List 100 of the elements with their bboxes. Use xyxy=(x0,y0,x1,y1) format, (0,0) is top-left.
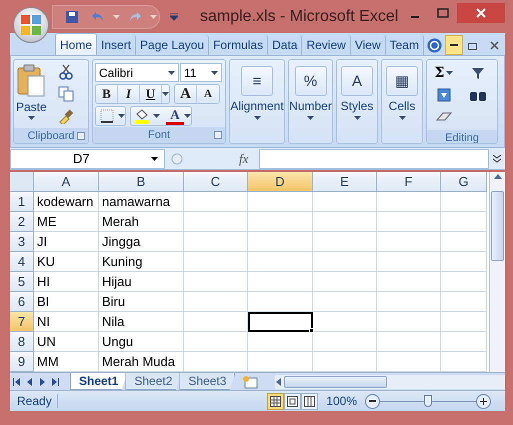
launcher-icon[interactable] xyxy=(214,131,222,139)
row-header[interactable]: 5 xyxy=(10,272,34,292)
name-box[interactable]: D7 xyxy=(10,148,165,168)
table-cell[interactable] xyxy=(313,312,377,332)
table-cell[interactable] xyxy=(313,272,377,292)
row-header[interactable]: 4 xyxy=(10,252,34,272)
paste-button[interactable]: Paste xyxy=(16,62,47,126)
group-button[interactable]: % Number xyxy=(289,60,332,143)
shrink-font-button[interactable]: A xyxy=(197,85,219,103)
table-cell[interactable]: JI xyxy=(34,232,99,252)
group-button[interactable]: ≡ Alignment xyxy=(230,60,284,143)
table-cell[interactable] xyxy=(441,292,487,312)
table-cell[interactable] xyxy=(248,332,313,352)
table-cell[interactable]: kodewarn xyxy=(34,192,99,212)
bold-button[interactable]: B xyxy=(96,85,118,103)
table-cell[interactable] xyxy=(377,332,441,352)
table-cell[interactable] xyxy=(313,332,377,352)
table-cell[interactable] xyxy=(313,212,377,232)
font-size-field[interactable]: 11 xyxy=(180,63,222,82)
font-name-field[interactable]: Calibri xyxy=(95,63,179,82)
table-cell[interactable]: Biru xyxy=(99,292,184,312)
table-cell[interactable]: namawarna xyxy=(99,192,184,212)
table-cell[interactable]: KU xyxy=(34,252,99,272)
horizontal-scrollbar[interactable] xyxy=(275,374,505,388)
table-cell[interactable] xyxy=(184,192,248,212)
vertical-scrollbar[interactable] xyxy=(489,172,505,372)
table-cell[interactable] xyxy=(377,292,441,312)
table-cell[interactable] xyxy=(377,212,441,232)
column-header[interactable]: E xyxy=(313,172,377,192)
table-cell[interactable] xyxy=(441,332,487,352)
table-cell[interactable]: Jingga xyxy=(99,232,184,252)
table-cell[interactable] xyxy=(184,332,248,352)
table-cell[interactable] xyxy=(184,312,248,332)
column-header[interactable]: C xyxy=(184,172,248,192)
table-cell[interactable] xyxy=(441,212,487,232)
active-cell[interactable] xyxy=(248,312,313,332)
table-cell[interactable]: Hijau xyxy=(99,272,184,292)
table-cell[interactable] xyxy=(313,252,377,272)
table-cell[interactable] xyxy=(377,232,441,252)
column-header[interactable]: A xyxy=(34,172,99,192)
close-button[interactable] xyxy=(457,2,505,22)
table-cell[interactable]: Kuning xyxy=(99,252,184,272)
italic-button[interactable]: I xyxy=(118,85,140,103)
table-cell[interactable] xyxy=(441,232,487,252)
minimize-button[interactable] xyxy=(445,35,463,55)
sheet-tab[interactable]: Sheet2 xyxy=(125,373,182,390)
table-cell[interactable] xyxy=(441,252,487,272)
table-cell[interactable]: UN xyxy=(34,332,99,352)
column-header[interactable]: B xyxy=(99,172,184,192)
page-layout-button[interactable] xyxy=(284,392,302,410)
scroll-thumb[interactable] xyxy=(284,376,388,388)
table-cell[interactable] xyxy=(313,292,377,312)
table-cell[interactable] xyxy=(184,252,248,272)
page-break-button[interactable] xyxy=(301,392,318,410)
row-header[interactable]: 7 xyxy=(10,312,34,332)
table-cell[interactable] xyxy=(441,192,487,212)
table-cell[interactable] xyxy=(377,192,441,212)
column-header[interactable]: G xyxy=(441,172,487,192)
zoom-out-button[interactable] xyxy=(365,394,380,408)
zoom-slider[interactable] xyxy=(380,395,476,407)
sheet-tab[interactable]: Sheet3 xyxy=(179,373,236,390)
row-header[interactable]: 9 xyxy=(10,352,34,372)
table-cell[interactable]: Merah xyxy=(99,212,184,232)
row-header[interactable]: 6 xyxy=(10,292,34,312)
table-cell[interactable] xyxy=(248,252,313,272)
sheet-tab[interactable]: Sheet1 xyxy=(70,373,128,390)
table-cell[interactable] xyxy=(313,192,377,212)
formula-input[interactable] xyxy=(259,148,489,168)
table-cell[interactable] xyxy=(184,212,248,232)
table-cell[interactable]: Ungu xyxy=(99,332,184,352)
table-cell[interactable] xyxy=(377,252,441,272)
row-header[interactable]: 8 xyxy=(10,332,34,352)
table-cell[interactable]: HI xyxy=(34,272,99,292)
underline-button[interactable]: U xyxy=(140,85,162,103)
scroll-thumb[interactable] xyxy=(491,191,504,261)
row-header[interactable]: 2 xyxy=(10,212,34,232)
table-cell[interactable]: Nila xyxy=(99,312,184,332)
table-cell[interactable]: NI xyxy=(34,312,99,332)
table-cell[interactable] xyxy=(377,312,441,332)
grow-font-button[interactable]: A xyxy=(175,85,197,103)
table-cell[interactable]: BI xyxy=(34,292,99,312)
table-cell[interactable] xyxy=(248,212,313,232)
office-button[interactable] xyxy=(13,7,49,43)
function-label[interactable]: fx xyxy=(239,150,259,166)
zoom-in-button[interactable] xyxy=(476,394,491,408)
table-cell[interactable] xyxy=(184,232,248,252)
table-cell[interactable] xyxy=(441,272,487,292)
group-button[interactable]: ▦ Cells xyxy=(382,60,422,143)
normal-view-button[interactable] xyxy=(267,392,284,410)
table-cell[interactable] xyxy=(441,312,487,332)
table-cell[interactable]: ME xyxy=(34,212,99,232)
table-cell[interactable] xyxy=(248,292,313,312)
table-cell[interactable] xyxy=(248,272,313,292)
customize-caret-icon[interactable] xyxy=(170,12,178,20)
table-cell[interactable] xyxy=(248,232,313,252)
zoom-level[interactable]: 100% xyxy=(326,394,357,408)
table-cell[interactable] xyxy=(313,232,377,252)
column-header[interactable]: D xyxy=(248,172,313,192)
select-all-button[interactable] xyxy=(10,172,34,192)
table-cell[interactable] xyxy=(377,272,441,292)
